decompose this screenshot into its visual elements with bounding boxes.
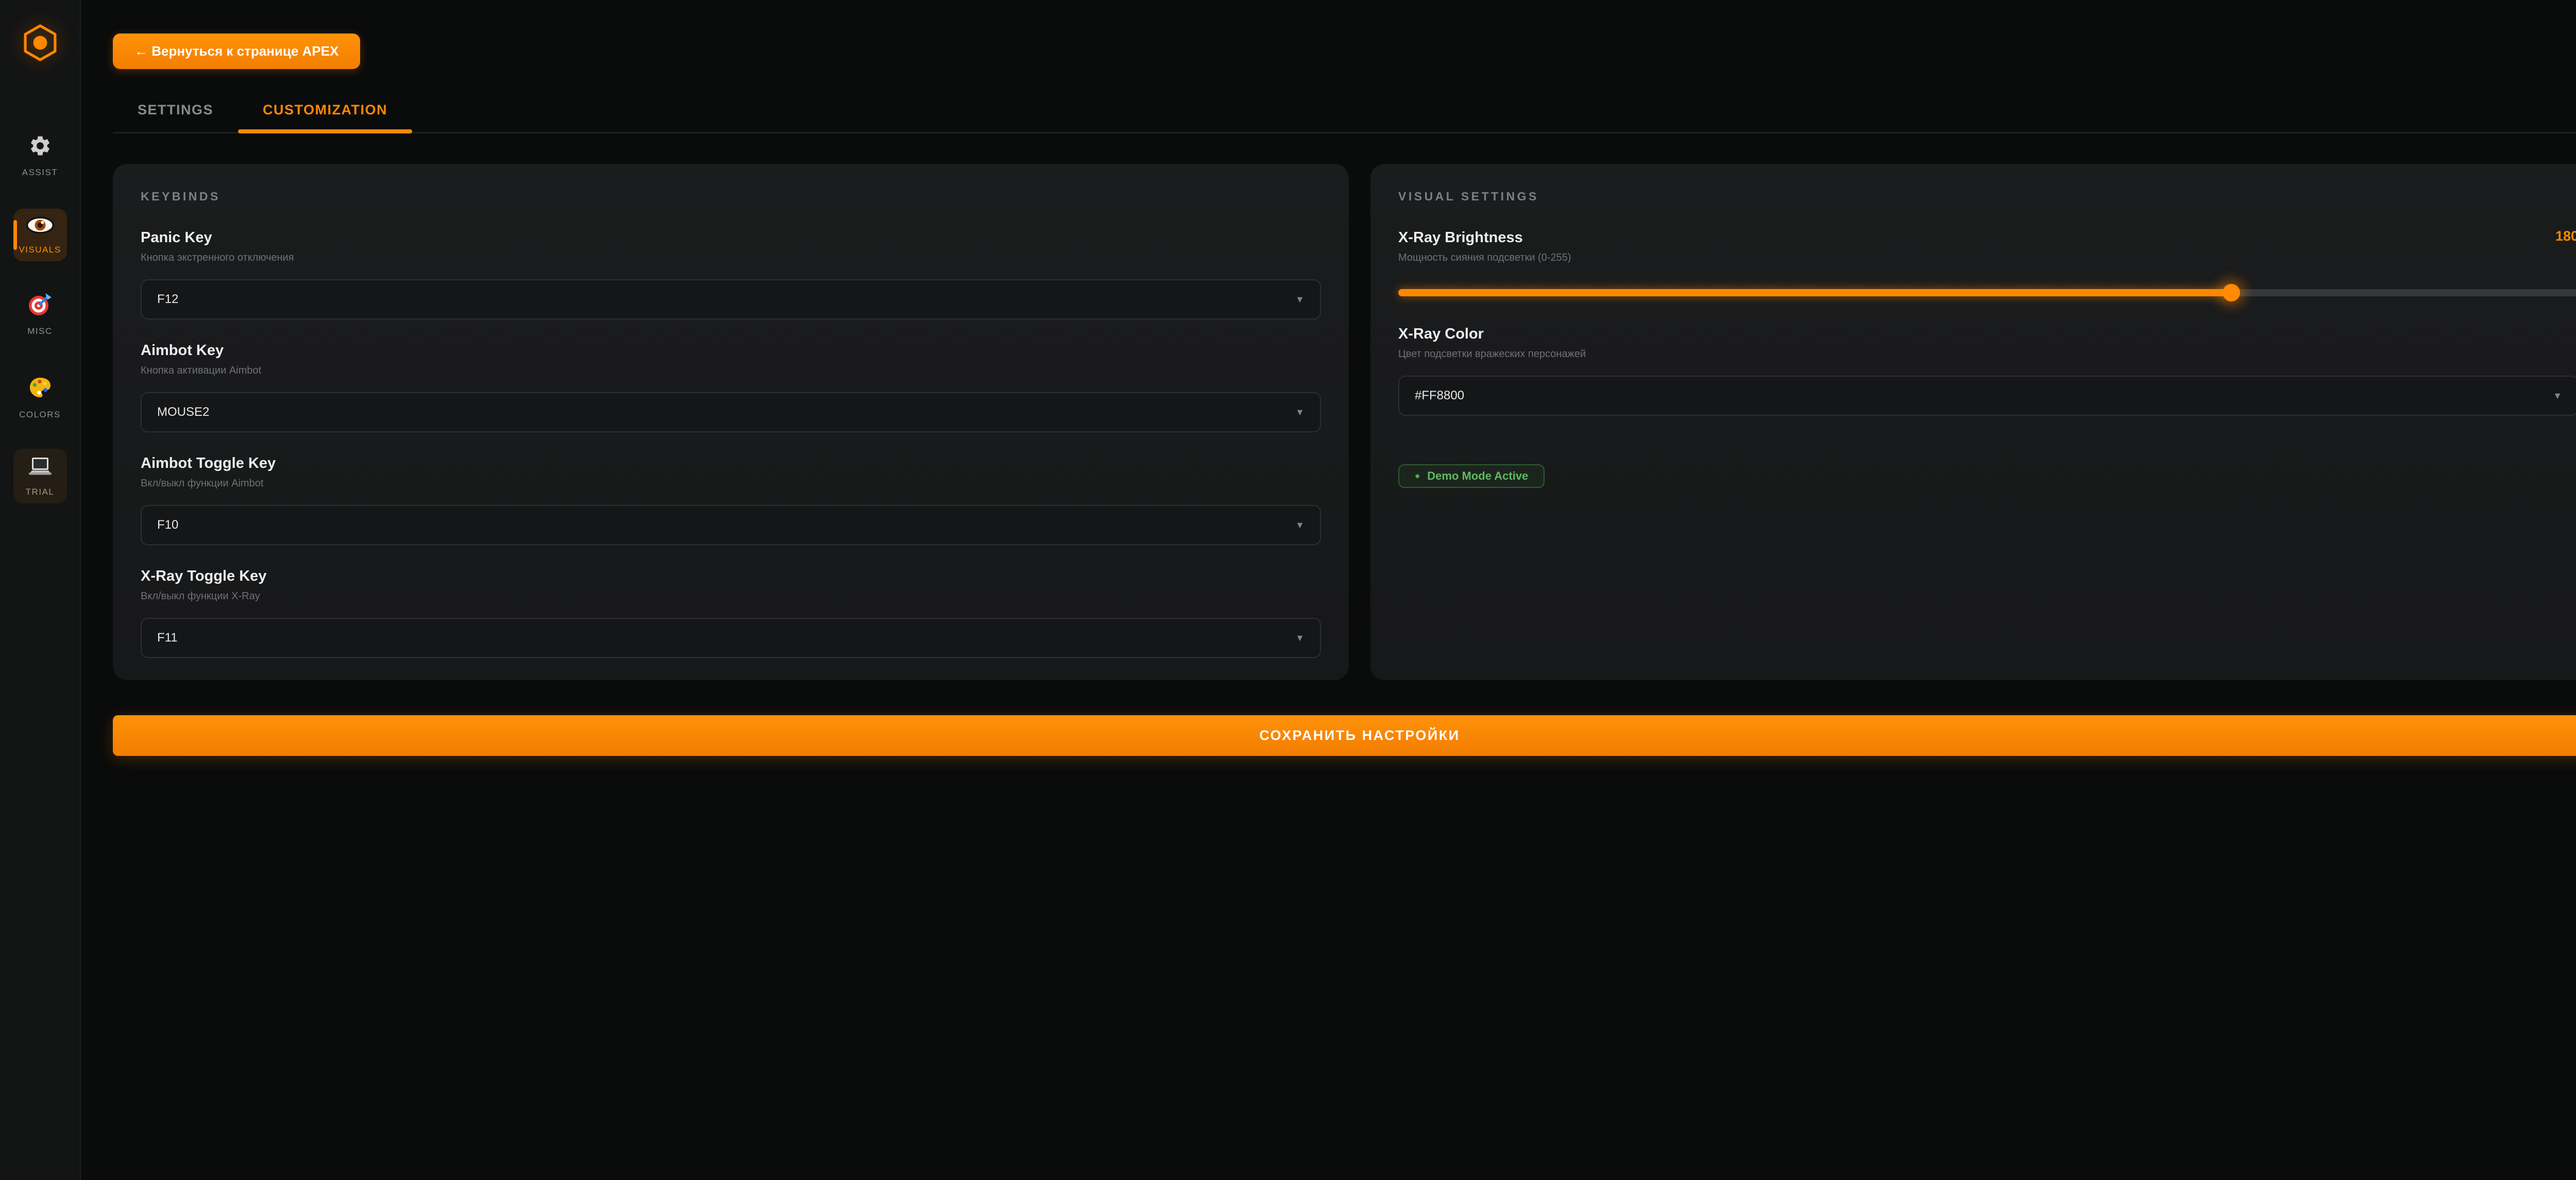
xray-color-field: X-Ray Color Цвет подсветки вражеских пер… [1398,325,2576,416]
selected-value: F11 [157,631,178,645]
eye-icon [26,215,55,238]
demo-mode-badge: ● Demo Mode Active [1398,464,1545,488]
field-label: Aimbot Toggle Key [141,454,1321,473]
chevron-down-icon: ▼ [1295,407,1304,418]
field-label: X-Ray Toggle Key [141,567,1321,585]
save-settings-button[interactable]: СОХРАНИТЬ НАСТРОЙКИ [113,715,2576,756]
aimbot-toggle-key-select[interactable]: F10 ▼ [141,505,1321,545]
panic-key-field: Panic Key Кнопка экстренного отключения … [141,228,1321,319]
selected-value: #FF8800 [1415,389,1464,403]
chevron-down-icon: ▼ [2553,391,2562,401]
field-description: Кнопка экстренного отключения [141,251,1321,264]
sidebar: ASSIST VISUALS [0,0,81,1180]
xray-toggle-key-field: X-Ray Toggle Key Вкл/выкл функции X-Ray … [141,567,1321,658]
xray-brightness-field: X-Ray Brightness Мощность сияния подсвет… [1398,228,2576,296]
field-label: X-Ray Brightness [1398,228,1571,247]
xray-brightness-thumb[interactable] [2223,284,2240,301]
panic-key-select[interactable]: F12 ▼ [141,279,1321,319]
sidebar-nav: ASSIST VISUALS [13,127,67,503]
target-icon [28,292,53,319]
gear-icon [28,134,52,160]
xray-color-select[interactable]: #FF8800 ▼ [1398,376,2576,416]
palette-icon [28,375,53,402]
xray-brightness-slider[interactable] [1398,289,2576,296]
sidebar-item-label: TRIAL [26,487,55,497]
field-description: Вкл/выкл функции X-Ray [141,590,1321,603]
selected-value: MOUSE2 [157,405,209,419]
tab-bar: SETTINGS CUSTOMIZATION [113,102,2576,133]
field-description: Кнопка активации Aimbot [141,364,1321,377]
status-dot-icon: ● [1415,471,1420,481]
tab-settings[interactable]: SETTINGS [113,102,238,132]
sidebar-item-trial[interactable]: TRIAL [13,449,67,503]
keybinds-panel: KEYBINDS Panic Key Кнопка экстренного от… [113,164,1349,680]
keybinds-panel-title: KEYBINDS [141,190,1321,204]
xray-brightness-value: 180 [2555,228,2576,244]
aimbot-key-field: Aimbot Key Кнопка активации Aimbot MOUSE… [141,341,1321,432]
sidebar-item-label: VISUALS [19,245,61,255]
app-logo-icon [23,23,57,65]
laptop-icon [28,456,53,480]
field-label: Panic Key [141,228,1321,247]
visual-settings-panel: VISUAL SETTINGS X-Ray Brightness Мощност… [1370,164,2576,680]
selected-value: F12 [157,292,178,307]
sidebar-item-label: COLORS [19,410,61,420]
sidebar-item-label: ASSIST [22,167,58,178]
main-content: ← Вернуться к странице APEX SETTINGS CUS… [81,0,2576,756]
aimbot-key-select[interactable]: MOUSE2 ▼ [141,392,1321,432]
sidebar-item-visuals[interactable]: VISUALS [13,209,67,261]
field-label: Aimbot Key [141,341,1321,360]
chevron-down-icon: ▼ [1295,520,1304,531]
xray-brightness-fill [1398,289,2231,296]
sidebar-item-misc[interactable]: MISC [13,285,67,343]
field-description: Мощность сияния подсветки (0-255) [1398,251,1571,264]
sidebar-item-colors[interactable]: COLORS [13,368,67,426]
aimbot-toggle-key-field: Aimbot Toggle Key Вкл/выкл функции Aimbo… [141,454,1321,545]
sidebar-item-label: MISC [27,326,53,336]
demo-mode-badge-label: Demo Mode Active [1427,469,1528,483]
xray-toggle-key-select[interactable]: F11 ▼ [141,618,1321,658]
back-to-apex-button[interactable]: ← Вернуться к странице APEX [113,33,360,69]
selected-value: F10 [157,518,178,532]
field-description: Вкл/выкл функции Aimbot [141,477,1321,490]
panels-row: KEYBINDS Panic Key Кнопка экстренного от… [113,164,2576,680]
chevron-down-icon: ▼ [1295,633,1304,644]
app-window: ASSIST VISUALS [0,0,2576,1180]
chevron-down-icon: ▼ [1295,294,1304,305]
field-description: Цвет подсветки вражеских персонажей [1398,348,2576,361]
sidebar-item-assist[interactable]: ASSIST [13,127,67,184]
visual-settings-panel-title: VISUAL SETTINGS [1398,190,2576,204]
tab-customization[interactable]: CUSTOMIZATION [238,102,412,132]
field-label: X-Ray Color [1398,325,2576,343]
